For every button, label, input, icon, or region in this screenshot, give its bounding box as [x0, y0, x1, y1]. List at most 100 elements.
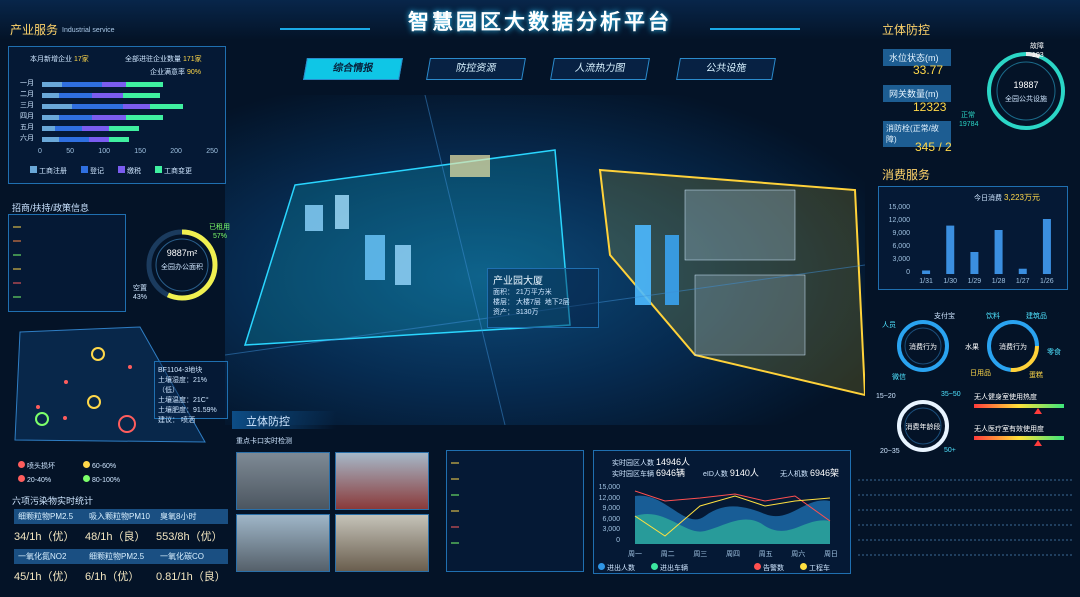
industry-bar-segment [42, 104, 73, 109]
office-used-value: 57% [213, 233, 228, 240]
plot-info-popup: BF1104-3地块 土壤湿度：21%（低） 土壤温度：21C° 土壤肥度：91… [154, 361, 228, 424]
industry-legend: 工商注册 登记 缴税 工商变更 [30, 166, 192, 176]
month-label: 六月 [20, 135, 34, 142]
checkpoint-subtitle: 重点卡口实时检测 [236, 438, 292, 445]
air-label-pm10: 吸入颗粒物PM10 [85, 509, 157, 524]
industry-bar-segment [126, 82, 163, 87]
axis-tick: 50 [66, 148, 74, 155]
consume-y-axis: 15,000 12,000 9,000 6,000 3,000 0 [882, 204, 910, 276]
camera-feed-2[interactable] [335, 452, 429, 510]
consume-bar-chart [922, 219, 1051, 274]
industry-bar-chart [42, 80, 210, 146]
axis-tick: 6,000 [892, 243, 910, 250]
industry-title: 产业服务 [10, 23, 59, 37]
investment-title: 招商/扶持/政策信息 [12, 203, 90, 213]
new-enterprises-value: 17家 [73, 56, 89, 63]
axis-tick: 周四 [725, 551, 740, 558]
industry-bar-segment [82, 126, 110, 131]
air-title: 六项污染物实时统计 [12, 496, 94, 506]
air-label-pm25b: 细颗粒物PM2.5 [85, 549, 157, 564]
total-enterprises-value: 171家 [182, 56, 202, 63]
legend-item: 进出车辆 [660, 565, 688, 572]
behavior2-tag: 零食 [1047, 349, 1061, 356]
consume-bar [994, 230, 1003, 274]
tab-crowd-heatmap[interactable]: 人流热力图 [550, 58, 650, 80]
tower-building [665, 235, 679, 305]
age-ring-label: 消费年龄段 [905, 424, 941, 431]
air-value-no2: 45/1h（优） [14, 571, 75, 583]
legend-item: 80-100% [92, 477, 121, 484]
plot-temp: 土壤温度：21C° [158, 397, 209, 404]
axis-tick: 1/27 [1015, 278, 1030, 285]
industry-bar-segment [42, 137, 59, 142]
axis-tick: 周六 [791, 551, 806, 558]
month-label: 一月 [20, 80, 34, 87]
legend-item: 60-60% [92, 463, 117, 470]
industry-bar-segment [42, 93, 59, 98]
camera-feed-4[interactable] [335, 514, 429, 572]
industry-bar-segment [92, 115, 126, 120]
tab-intel[interactable]: 综合情报 [303, 58, 403, 80]
consume-bar [1042, 219, 1051, 274]
consume-bar [970, 252, 979, 274]
axis-tick: 12,000 [888, 217, 910, 224]
building-floors: 楼层： 大楼7层 [493, 299, 541, 306]
industry-bar-segment [89, 137, 110, 142]
investment-list-markers [13, 226, 21, 298]
legend-item: 工程车 [809, 565, 830, 572]
industry-bar-segment [62, 82, 103, 87]
axis-tick: 9,000 [892, 230, 910, 237]
satisfaction-value: 90% [186, 69, 201, 76]
building-info-popup: 产业园大厦 面积： 21万平方米 楼层： 大楼7层 地下2层 资产： 3130万 [487, 268, 599, 328]
tower-building [635, 225, 651, 305]
consume-title: 消费服务 [882, 168, 931, 182]
bottom-right-dashed-lines [858, 479, 1073, 556]
office-area-label: 全园办公面积 [161, 264, 203, 271]
axis-tick: 周三 [693, 551, 708, 558]
behavior2-tag: 建筑品 [1026, 313, 1047, 320]
industry-bar-segment [58, 93, 93, 98]
industry-bar-segment [42, 115, 59, 120]
industry-bar-segment [126, 115, 163, 120]
behavior2-tag: 水果 [965, 344, 979, 351]
tab-defense-resources[interactable]: 防控资源 [426, 58, 526, 80]
air-value-pm10: 48/1h（良） [85, 531, 146, 543]
defense-right-title: 立体防控 [882, 23, 931, 37]
today-consume-label: 今日消费 [974, 195, 1002, 202]
legend-item: 告警数 [763, 565, 784, 572]
axis-tick: 3,000 [602, 526, 620, 534]
axis-tick: 周二 [660, 551, 675, 558]
clinic-use-bar [974, 436, 1064, 440]
consume-x-axis: 1/31 1/30 1/29 1/28 1/27 1/26 [914, 278, 1059, 285]
facilities-ring-value: 19887 [1013, 80, 1039, 90]
eid-label: eID人数 [703, 471, 728, 478]
camera-feed-1[interactable] [236, 452, 330, 510]
people-area-chart [634, 490, 831, 544]
month-label: 三月 [20, 102, 34, 109]
legend-item: 工商注册 [39, 168, 67, 175]
axis-tick: 250 [206, 148, 218, 155]
month-label: 五月 [20, 124, 34, 131]
legend-item: 登记 [90, 168, 104, 175]
behavior2-tag: 蛋糕 [1029, 372, 1043, 379]
industry-bar-segment [55, 126, 83, 131]
legend-item: 20-40% [27, 477, 52, 484]
industry-axis: 0 50 100 150 200 250 [38, 148, 218, 155]
industry-bar-segment [109, 137, 130, 142]
water-level-value: 33.77 [913, 63, 944, 77]
camera-feed-3[interactable] [236, 514, 330, 572]
alert-list-panel [446, 450, 584, 572]
behavior1-tag: 微信 [892, 374, 906, 381]
axis-tick: 6,000 [602, 515, 620, 523]
building-complex [684, 189, 796, 261]
hydrant-value: 345 / 2 [915, 140, 952, 154]
axis-tick: 1/31 [919, 278, 933, 285]
facilities-ring [987, 52, 1065, 130]
clinic-use-label: 无人医疗室有效使用度 [974, 426, 1044, 433]
tab-public-facilities[interactable]: 公共设施 [676, 58, 776, 80]
campus-3d-map[interactable] [224, 94, 867, 426]
plot-humidity: 土壤湿度：21%（低） [158, 377, 208, 394]
age-tag: 15~20 [876, 393, 896, 400]
axis-tick: 150 [134, 148, 146, 155]
industry-subtitle: Industrial service [62, 27, 115, 34]
